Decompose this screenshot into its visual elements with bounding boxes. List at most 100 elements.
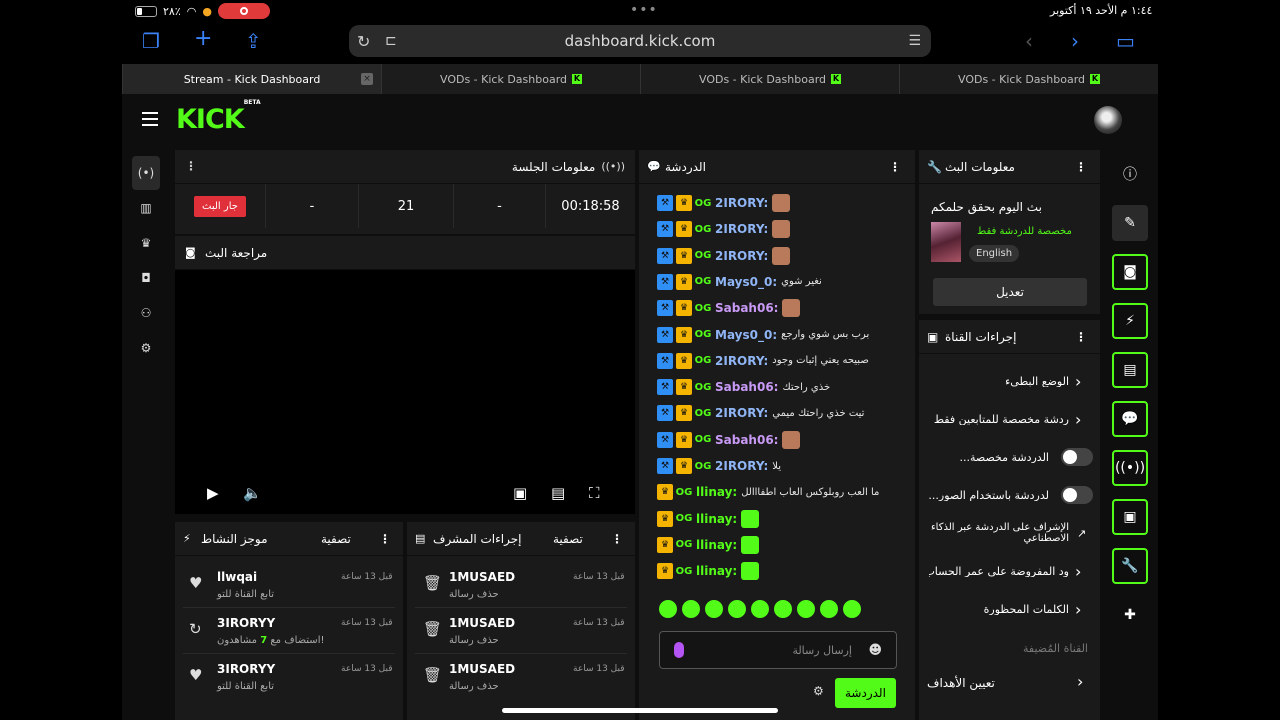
chat-username[interactable]: llinay: <box>696 538 737 552</box>
chat-username[interactable]: 2IRORY: <box>715 354 768 368</box>
mic-icon[interactable] <box>674 642 684 658</box>
settings-icon[interactable]: ⚙ <box>132 331 160 365</box>
chat-username[interactable]: 2IRORY: <box>715 196 768 210</box>
activity-filter[interactable]: تصفية <box>321 532 351 546</box>
fullscreen-icon[interactable]: ⛶ <box>589 484 600 502</box>
channel-action-row[interactable]: الوضع البطيء › <box>919 362 1100 400</box>
chevron-right-icon[interactable]: › <box>1075 562 1081 581</box>
item-name[interactable]: llwqai <box>217 570 257 584</box>
theater-icon[interactable]: ▤ <box>551 484 565 502</box>
share-icon[interactable]: ⇪ <box>245 29 262 53</box>
emote-icon[interactable] <box>659 600 677 618</box>
category-thumbnail[interactable] <box>931 222 961 262</box>
tab-vods-3[interactable]: VODs - Kick Dashboard K <box>899 64 1158 94</box>
tab-vods-2[interactable]: VODs - Kick Dashboard K <box>640 64 899 94</box>
close-icon[interactable]: × <box>361 73 373 85</box>
forward-icon[interactable]: › <box>1071 29 1079 53</box>
wrench-icon[interactable]: 🔧 <box>1112 548 1148 584</box>
bolt-icon[interactable]: ⚡ <box>1112 303 1148 339</box>
chat-username[interactable]: Mays0_0: <box>715 275 777 289</box>
tabs-overview-icon[interactable]: ❐ <box>142 29 160 53</box>
chat-icon[interactable]: 💬 <box>1112 401 1148 437</box>
more-icon[interactable]: ⋮ <box>889 160 901 174</box>
avatar[interactable] <box>1094 106 1122 134</box>
volume-icon[interactable]: 🔈 <box>243 484 262 502</box>
edit-button[interactable]: تعديل <box>933 278 1087 306</box>
analytics-icon[interactable]: ▥ <box>132 191 160 225</box>
chat-username[interactable]: 2IRORY: <box>715 459 768 473</box>
channel-action-row[interactable]: الدردشة مخصصة... <box>919 438 1100 476</box>
tab-vods-1[interactable]: VODs - Kick Dashboard K <box>381 64 640 94</box>
community-icon[interactable]: ⚇ <box>132 296 160 330</box>
chat-username[interactable]: llinay: <box>696 512 737 526</box>
multitask-dots[interactable]: ••• <box>630 2 658 18</box>
emote-icon[interactable] <box>751 600 769 618</box>
info-icon[interactable]: ⓘ <box>1112 156 1148 192</box>
chat-username[interactable]: Sabah06: <box>715 433 778 447</box>
item-name[interactable]: 3IRORYY <box>217 662 275 676</box>
tab-stream[interactable]: Stream - Kick Dashboard × <box>122 64 381 94</box>
emote-icon[interactable] <box>682 600 700 618</box>
toggle-switch[interactable] <box>1061 448 1093 466</box>
emote-icon[interactable] <box>797 600 815 618</box>
channel-action-row[interactable]: الكلمات المحظورة › <box>919 590 1100 628</box>
chevron-right-icon[interactable]: › <box>1075 600 1081 619</box>
channel-action-row[interactable]: الإشراف على الدردشة عبر الذكاء الاصطناعي… <box>919 514 1100 552</box>
back-icon[interactable]: ‹ <box>1025 29 1033 53</box>
broadcast-icon[interactable]: (•) <box>132 156 160 190</box>
chat-username[interactable]: Mays0_0: <box>715 328 777 342</box>
reload-icon[interactable]: ↻ <box>357 32 370 51</box>
reader-icon[interactable]: ☰ <box>908 33 921 49</box>
send-chat-button[interactable]: الدردشة <box>835 678 896 708</box>
emote-icon[interactable] <box>774 600 792 618</box>
item-name[interactable]: 1MUSAED <box>449 662 515 676</box>
chat-settings-icon[interactable]: ⚙ <box>813 684 824 698</box>
edit-icon[interactable]: ✎ <box>1112 205 1148 241</box>
more-icon[interactable]: ⋮ <box>1075 330 1087 344</box>
chevron-right-icon[interactable]: › <box>1075 410 1081 429</box>
moderator-filter[interactable]: تصفية <box>553 532 583 546</box>
menu-icon[interactable] <box>142 112 158 126</box>
trophy-icon[interactable]: ♛ <box>132 226 160 260</box>
chat-username[interactable]: Sabah06: <box>715 380 778 394</box>
channel-action-row[interactable]: ردشة مخصصة للمتابعين فقط › <box>919 400 1100 438</box>
emote-icon[interactable] <box>705 600 723 618</box>
chat-username[interactable]: Sabah06: <box>715 301 778 315</box>
video-player[interactable]: ▶ 🔈 ▣ ▤ ⛶ <box>175 270 635 514</box>
item-name[interactable]: 1MUSAED <box>449 616 515 630</box>
more-icon[interactable]: ⋮ <box>185 159 197 173</box>
broadcast-icon[interactable]: ((•)) <box>1112 450 1148 486</box>
new-tab-icon[interactable]: + <box>194 26 212 51</box>
add-widget-icon[interactable]: ✚ <box>1112 597 1148 633</box>
play-icon[interactable]: ▶ <box>207 484 219 502</box>
pip-icon[interactable]: ▣ <box>513 484 527 502</box>
extension-icon[interactable]: ⊏ <box>385 33 397 49</box>
more-icon[interactable]: ⋮ <box>611 532 623 546</box>
chevron-right-icon[interactable]: › <box>1077 672 1083 691</box>
toggle-switch[interactable] <box>1061 486 1093 504</box>
document-icon[interactable]: ▤ <box>1112 352 1148 388</box>
chat-username[interactable]: llinay: <box>696 564 737 578</box>
chat-username[interactable]: 2IRORY: <box>715 406 768 420</box>
address-bar[interactable]: ↻ ⊏ dashboard.kick.com ☰ <box>349 25 931 57</box>
chat-username[interactable]: 2IRORY: <box>715 249 768 263</box>
recording-indicator[interactable] <box>217 3 270 19</box>
item-name[interactable]: 1MUSAED <box>449 570 515 584</box>
emote-icon[interactable] <box>843 600 861 618</box>
channel-action-row[interactable]: لدردشة باستخدام الصور... <box>919 476 1100 514</box>
set-goals-label[interactable]: تعيين الأهداف <box>927 676 995 690</box>
smiley-icon[interactable]: ☻ <box>868 643 882 658</box>
kick-logo[interactable]: KICKBETA <box>176 99 261 135</box>
chat-input[interactable]: إرسال رسالة ☻ <box>659 631 897 669</box>
channel-icon[interactable]: ▣ <box>1112 499 1148 535</box>
sidebar-toggle-icon[interactable]: ▭ <box>1116 29 1135 53</box>
emote-icon[interactable] <box>728 600 746 618</box>
emote-icon[interactable] <box>820 600 838 618</box>
chat-username[interactable]: 2IRORY: <box>715 222 768 236</box>
more-icon[interactable]: ⋮ <box>1075 160 1087 174</box>
item-name[interactable]: 3IRORYY <box>217 616 275 630</box>
chevron-right-icon[interactable]: › <box>1075 372 1081 391</box>
chat-username[interactable]: llinay: <box>696 485 737 499</box>
category-name[interactable]: مخصصة للدردشة فقط <box>977 226 1072 237</box>
more-icon[interactable]: ⋮ <box>379 532 391 546</box>
